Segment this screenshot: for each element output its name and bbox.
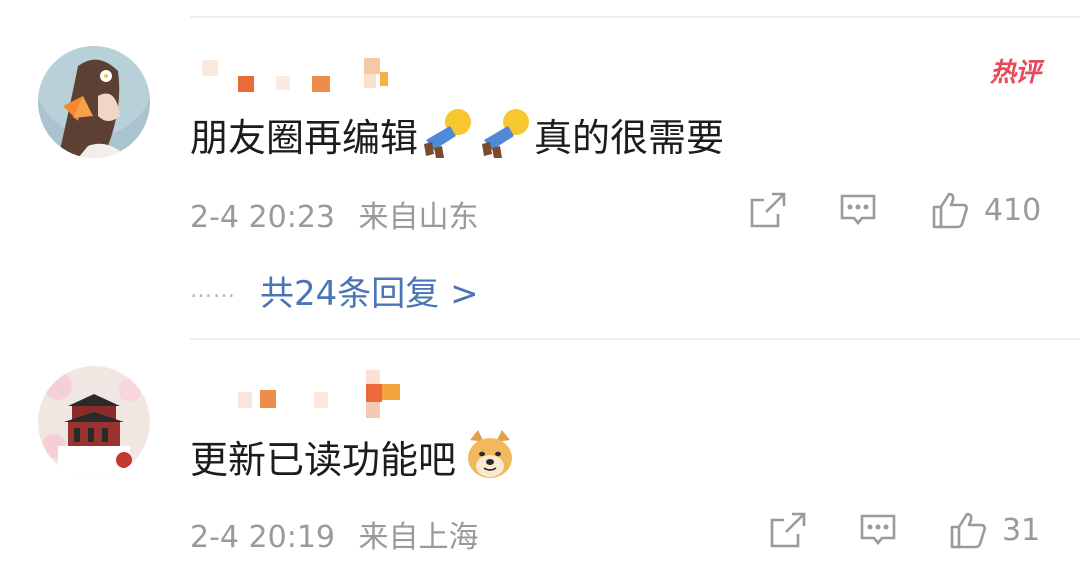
comment-icon[interactable] [858,510,898,550]
username-redacted [230,370,440,418]
comment-actions: 410 [748,190,1041,230]
comment-item: 热评 朋友圈再编辑 真的很需要 2-4 20:23 来自山东 410 …… 共2… [0,0,1080,330]
hot-comment-badge: 热评 [989,58,1041,88]
pushing-hands-emoji [418,106,476,169]
view-replies-link[interactable]: 共24条回复 > [260,266,479,315]
share-icon[interactable] [748,190,788,230]
comment-text-part: 朋友圈再编辑 [190,115,419,160]
comment-text-part: 真的很需要 [534,115,725,160]
replies-row: …… 共24条回复 > [190,266,479,315]
comment-icon[interactable] [838,190,878,230]
timestamp: 2-4 20:19 [190,520,335,555]
like-count: 410 [984,192,1042,228]
girl-avatar-icon [38,46,150,158]
thumbs-up-icon[interactable] [948,510,988,550]
avatar[interactable] [38,46,150,158]
username-redacted [196,54,406,94]
location: 来自上海 [358,520,479,555]
comment-text-part: 更新已读功能吧 [190,437,457,482]
comment-item: 更新已读功能吧 2-4 20:19 来自上海 31 [0,338,1080,562]
share-icon[interactable] [768,510,808,550]
comment-meta: 2-4 20:23 来自山东 [190,192,479,236]
avatar[interactable] [38,366,150,478]
comment-text: 更新已读功能吧 [190,428,516,491]
doge-emoji [464,428,516,491]
comment-meta: 2-4 20:19 来自上海 [190,512,479,556]
like-count: 31 [1002,512,1041,548]
comment-text: 朋友圈再编辑 真的很需要 [190,106,724,169]
comment-actions: 31 [768,510,1040,550]
thumbs-up-icon[interactable] [930,190,970,230]
timestamp: 2-4 20:23 [190,200,335,235]
reply-dots: …… [190,278,236,303]
location: 来自山东 [358,200,479,235]
pushing-hands-emoji [476,106,534,169]
palace-avatar-icon [38,366,150,478]
